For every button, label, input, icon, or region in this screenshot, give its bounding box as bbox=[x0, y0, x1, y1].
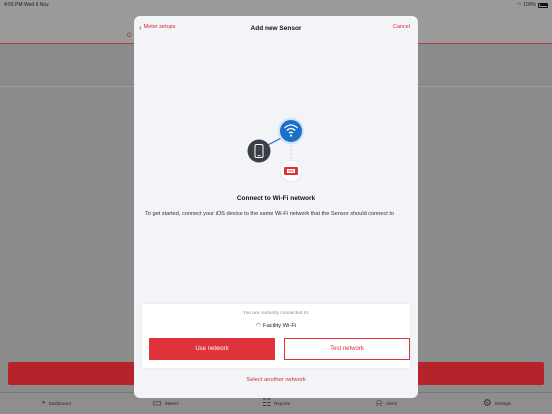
tab-label: Alerts bbox=[385, 401, 397, 406]
tab-label: Reports bbox=[274, 401, 290, 406]
background-tab-left: G bbox=[127, 33, 132, 39]
battery-percent: 100% bbox=[523, 2, 536, 8]
select-another-network-link[interactable]: Select another network bbox=[134, 377, 418, 383]
status-time: 4:55 PM Wed 6 Nov bbox=[4, 2, 49, 8]
current-network-label: You are currently connected to: bbox=[242, 311, 310, 316]
tab-dashboard[interactable]: ◔ Dashboard bbox=[0, 393, 110, 414]
reports-icon: ☷ bbox=[262, 397, 272, 409]
wifi-status-icon: ◠ bbox=[516, 2, 522, 8]
connect-description: To get started, connect your iOS device … bbox=[145, 211, 395, 217]
wifi-icon bbox=[278, 118, 304, 144]
connect-title: Connect to Wi-Fi network bbox=[236, 195, 316, 202]
tab-settings[interactable]: ⚙ Settings bbox=[442, 393, 552, 414]
tab-label: Meters bbox=[164, 401, 179, 406]
sensor-icon bbox=[280, 160, 302, 182]
battery-icon bbox=[538, 2, 548, 8]
status-bar: 4:55 PM Wed 6 Nov ◠ 100% bbox=[0, 0, 552, 10]
meters-icon: ▭ bbox=[152, 397, 162, 409]
gear-icon: ⚙ bbox=[482, 397, 492, 409]
network-name: Facility Wi-Fi bbox=[263, 322, 297, 329]
tab-label: Dashboard bbox=[48, 401, 71, 406]
phone-icon bbox=[247, 139, 271, 163]
bell-icon: ⍾ bbox=[375, 397, 383, 409]
add-sensor-modal: ‹ Meter setups Add new Sensor Cancel Con… bbox=[134, 16, 418, 398]
wifi-icon: ◠ bbox=[255, 323, 262, 329]
use-network-button[interactable]: Use network bbox=[149, 338, 275, 360]
connection-illustration bbox=[134, 16, 418, 206]
dashboard-icon: ◔ bbox=[39, 397, 46, 409]
test-network-button[interactable]: Test network bbox=[284, 338, 410, 360]
current-network: ◠ Facility Wi-Fi bbox=[142, 322, 410, 330]
tab-label: Settings bbox=[494, 401, 511, 406]
current-network-card: You are currently connected to: ◠ Facili… bbox=[142, 304, 410, 368]
status-right: ◠ 100% bbox=[517, 2, 548, 8]
